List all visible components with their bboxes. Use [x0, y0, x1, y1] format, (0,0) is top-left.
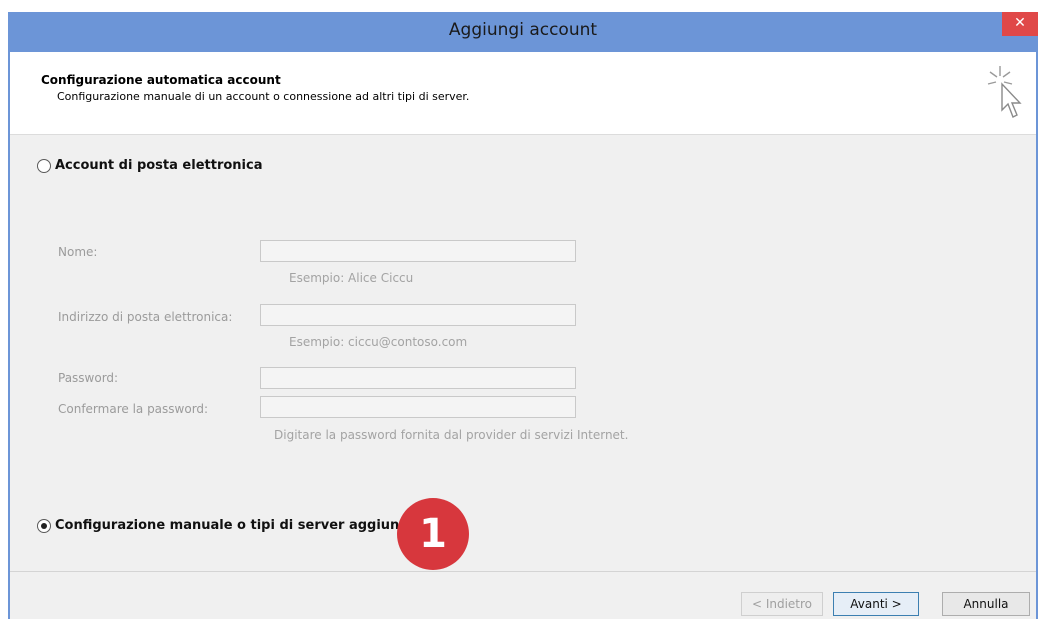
wizard-cursor-icon	[987, 66, 1022, 118]
callout-badge: 1	[397, 498, 469, 570]
confirm-password-label: Confermare la password:	[58, 402, 209, 416]
next-button[interactable]: Avanti >	[833, 592, 919, 616]
back-button[interactable]: < Indietro	[741, 592, 823, 616]
cancel-button[interactable]: Annulla	[942, 592, 1030, 616]
title-bar[interactable]: Aggiungi account ✕	[10, 12, 1038, 52]
header-subtitle: Configurazione manuale di un account o c…	[57, 90, 470, 103]
password-hint: Digitare la password fornita dal provide…	[274, 428, 629, 442]
add-account-dialog: Aggiungi account ✕ Configurazione automa…	[8, 12, 1038, 619]
dialog-title: Aggiungi account	[448, 20, 598, 40]
name-label: Nome:	[58, 245, 98, 259]
password-label: Password:	[58, 371, 119, 385]
password-input[interactable]	[260, 367, 576, 389]
manual-setup-label[interactable]: Configurazione manuale o tipi di server …	[55, 518, 423, 533]
email-label: Indirizzo di posta elettronica:	[58, 310, 233, 324]
header-title: Configurazione automatica account	[41, 73, 281, 87]
email-input[interactable]	[260, 304, 576, 326]
email-account-label[interactable]: Account di posta elettronica	[55, 158, 262, 173]
manual-setup-radio[interactable]	[37, 519, 51, 533]
name-hint: Esempio: Alice Ciccu	[289, 271, 414, 285]
footer-divider	[10, 571, 1036, 572]
email-account-radio[interactable]	[37, 159, 51, 173]
name-input[interactable]	[260, 240, 576, 262]
close-button[interactable]: ✕	[1002, 12, 1038, 36]
confirm-password-input[interactable]	[260, 396, 576, 418]
wizard-header: Configurazione automatica account Config…	[10, 52, 1036, 135]
email-hint: Esempio: ciccu@contoso.com	[289, 335, 468, 349]
